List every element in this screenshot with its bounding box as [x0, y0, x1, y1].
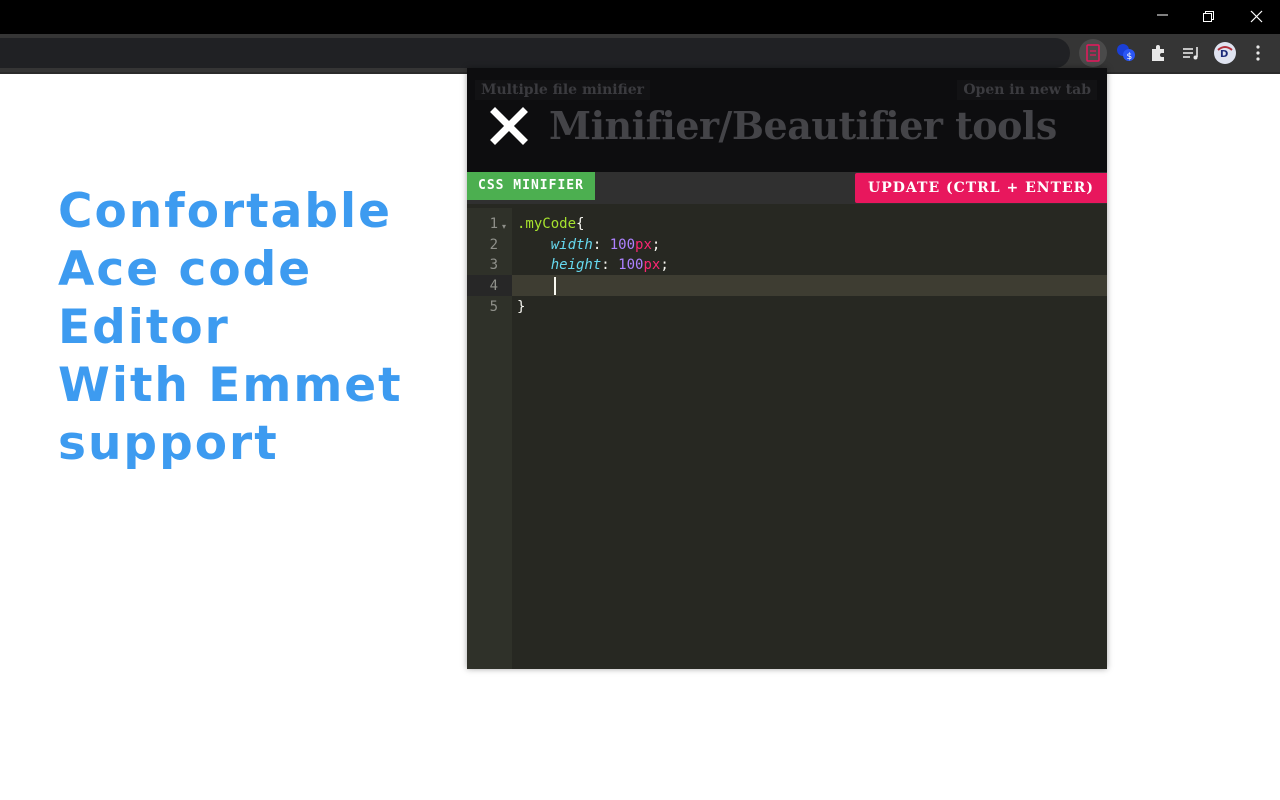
css-number: 100 — [609, 237, 636, 253]
css-unit: px — [643, 257, 661, 273]
puzzle-icon — [1152, 45, 1164, 61]
code-line: width: 100px; — [517, 235, 661, 256]
popup-title: Minifier/Beautifier tools — [549, 103, 1057, 148]
browser-toolbar: $ D — [0, 34, 1280, 72]
minifier-extension-icon — [1086, 44, 1100, 62]
css-property: height — [550, 257, 602, 273]
profile-avatar: D — [1214, 42, 1236, 64]
promo-line: Editor — [58, 300, 230, 355]
code-line: height: 100px; — [517, 255, 669, 276]
address-bar[interactable] — [0, 38, 1070, 68]
colon: : — [592, 237, 610, 253]
text-cursor — [554, 277, 556, 295]
open-brace: { — [576, 216, 585, 232]
active-line-highlight — [512, 275, 1107, 296]
colon: : — [601, 257, 619, 273]
extension-popup: Multiple file minifier Open in new tab M… — [467, 68, 1107, 669]
promo-line: support — [58, 416, 279, 471]
line-number: 1 — [489, 216, 498, 232]
minimize-button[interactable] — [1140, 0, 1186, 34]
profile-button[interactable]: D — [1212, 40, 1238, 66]
currency-extension-button[interactable]: $ — [1113, 40, 1139, 66]
restore-button[interactable] — [1186, 0, 1232, 34]
fold-arrow-icon[interactable]: ▾ — [502, 222, 506, 231]
promo-line: With Emmet — [58, 358, 403, 413]
browser-title-bar — [0, 0, 1280, 34]
close-brace: } — [517, 299, 526, 315]
restore-icon — [1203, 11, 1214, 22]
minifier-extension-button[interactable] — [1079, 39, 1107, 67]
svg-text:$: $ — [1127, 52, 1133, 62]
line-number: 3 — [489, 257, 498, 273]
kebab-menu-icon — [1256, 45, 1260, 61]
open-in-new-tab-link[interactable]: Open in new tab — [957, 80, 1097, 100]
promo-line: Confortable — [58, 184, 392, 239]
close-window-button[interactable] — [1234, 0, 1280, 34]
code-line: .myCode{ — [517, 214, 584, 235]
close-x-logo-icon[interactable] — [489, 106, 529, 146]
browser-menu-button[interactable] — [1245, 40, 1271, 66]
css-selector: .myCode — [517, 216, 577, 232]
line-number: 5 — [489, 299, 498, 315]
code-line: } — [517, 297, 525, 318]
media-queue-button[interactable] — [1179, 40, 1205, 66]
line-number: 2 — [489, 237, 498, 253]
css-number: 100 — [618, 257, 644, 273]
popup-header: Multiple file minifier Open in new tab M… — [467, 68, 1107, 172]
currency-extension-icon: $ — [1117, 44, 1135, 62]
css-unit: px — [635, 237, 652, 253]
css-property: width — [550, 237, 593, 253]
multiple-file-minifier-link[interactable]: Multiple file minifier — [475, 80, 651, 100]
promo-line: Ace code — [58, 242, 313, 297]
extensions-button[interactable] — [1146, 40, 1172, 66]
css-minifier-mode-badge[interactable]: CSS MINIFIER — [467, 172, 595, 200]
promo-headline: Confortable Ace code Editor With Emmet s… — [58, 183, 458, 473]
minimize-icon — [1157, 14, 1168, 16]
update-button[interactable]: UPDATE (CTRL + ENTER) — [855, 173, 1107, 203]
close-icon — [1250, 10, 1263, 23]
line-number: 4 — [489, 278, 498, 294]
semicolon: ; — [660, 257, 669, 273]
svg-text:D: D — [1220, 49, 1228, 60]
ace-code-editor[interactable]: 1 ▾ 2 3 4 5 .myCode{ width: 100px; heigh… — [467, 208, 1107, 669]
media-queue-icon — [1183, 47, 1198, 60]
semicolon: ; — [651, 237, 661, 253]
